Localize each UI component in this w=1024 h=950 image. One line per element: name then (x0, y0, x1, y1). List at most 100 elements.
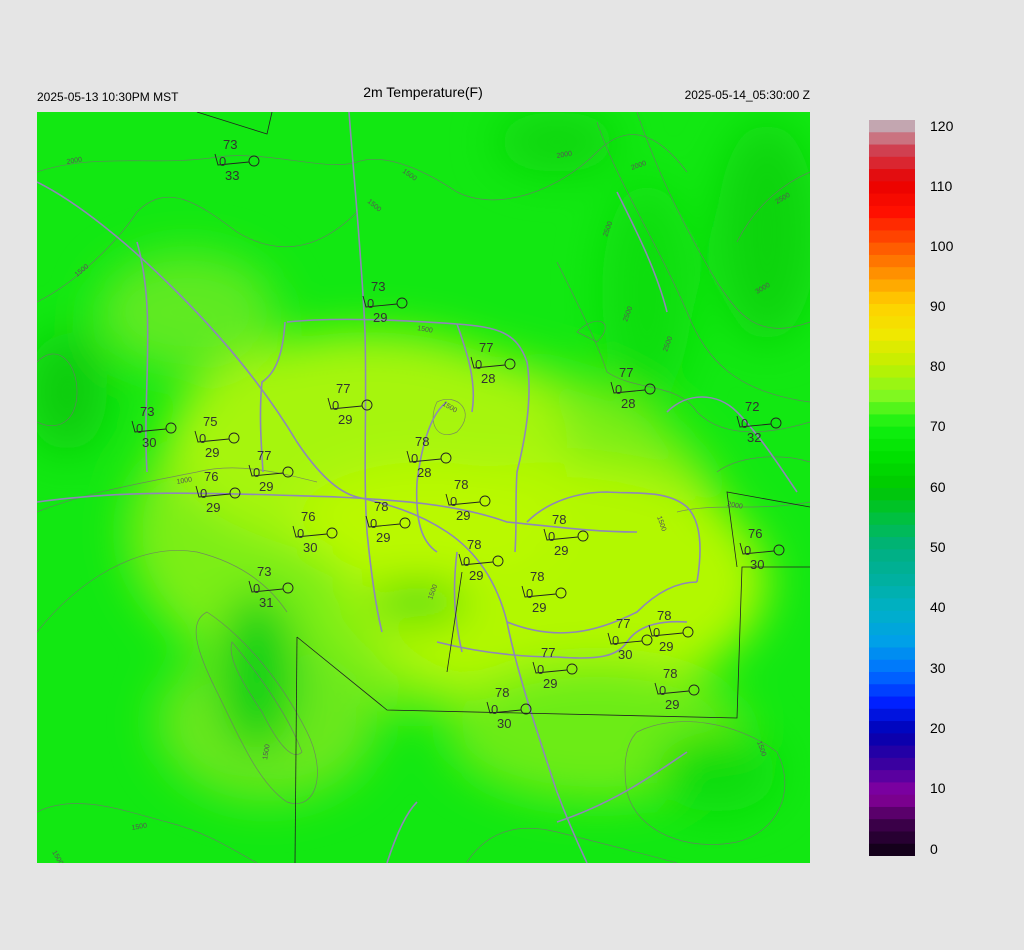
colorbar-tick-50: 50 (930, 539, 946, 555)
colorbar-tick-110: 110 (930, 178, 953, 194)
colorbar-band (869, 267, 915, 281)
colorbar-band (869, 733, 915, 747)
colorbar-band (869, 389, 915, 403)
station-dewpoint: 28 (417, 465, 431, 480)
station-temperature: 72 (745, 399, 759, 414)
station-temperature: 78 (530, 569, 544, 584)
colorbar-band (869, 254, 915, 268)
colorbar-band (869, 831, 915, 845)
station-dewpoint: 29 (543, 676, 557, 691)
colorbar-tick-120: 120 (930, 118, 954, 134)
colorbar-band (869, 426, 915, 440)
colorbar-band (869, 438, 915, 452)
station-zero: 0 (612, 633, 619, 648)
station-dewpoint: 29 (469, 568, 483, 583)
colorbar-band (869, 475, 915, 489)
station-zero: 0 (463, 554, 470, 569)
station-temperature: 73 (223, 137, 237, 152)
colorbar-band (869, 414, 915, 428)
station-zero: 0 (253, 581, 260, 596)
colorbar-band (869, 193, 915, 207)
colorbar-band (869, 622, 915, 636)
colorbar-band (869, 659, 915, 673)
station-dewpoint: 33 (225, 168, 239, 183)
station-dewpoint: 29 (205, 445, 219, 460)
colorbar-band (869, 365, 915, 379)
station-temperature: 73 (371, 279, 385, 294)
colorbar-tick-60: 60 (930, 479, 946, 495)
local-time-label: 2025-05-13 10:30PM MST (37, 90, 179, 104)
colorbar-tick-40: 40 (930, 599, 946, 615)
station-dewpoint: 32 (747, 430, 761, 445)
colorbar-band (869, 782, 915, 796)
colorbar-band (869, 561, 915, 575)
colorbar-band (869, 304, 915, 317)
station-dewpoint: 29 (206, 500, 220, 515)
station-zero: 0 (653, 625, 660, 640)
station-temperature: 77 (541, 645, 555, 660)
colorbar-band (869, 132, 915, 146)
colorbar-tick-100: 100 (930, 238, 954, 254)
colorbar-band (869, 672, 915, 685)
colorbar-tick-30: 30 (930, 660, 946, 676)
station-temperature: 78 (415, 434, 429, 449)
colorbar-band (869, 819, 915, 833)
station-zero: 0 (370, 516, 377, 531)
colorbar-band (869, 451, 915, 465)
colorbar-band (869, 340, 915, 354)
colorbar-band (869, 573, 915, 587)
station-zero: 0 (219, 154, 226, 169)
station-zero: 0 (537, 662, 544, 677)
colorbar-band (869, 242, 915, 256)
station-zero: 0 (199, 431, 206, 446)
colorbar-band (869, 488, 915, 501)
station-zero: 0 (200, 486, 207, 501)
station-zero: 0 (615, 382, 622, 397)
colorbar-band (869, 524, 915, 538)
colorbar-tick-90: 90 (930, 298, 946, 314)
station-dewpoint: 31 (259, 595, 273, 610)
station-dewpoint: 30 (303, 540, 317, 555)
station-dewpoint: 30 (618, 647, 632, 662)
colorbar-tick-20: 20 (930, 720, 946, 736)
colorbar-band (869, 156, 915, 170)
station-zero: 0 (526, 586, 533, 601)
colorbar-band (869, 843, 915, 856)
colorbar-band (869, 684, 915, 698)
temperature-map: 2000150020002000250025003000250025001500… (37, 112, 810, 863)
colorbar-band (869, 377, 915, 391)
colorbar-tick-10: 10 (930, 780, 946, 796)
station-temperature: 78 (454, 477, 468, 492)
colorbar-band (869, 598, 915, 612)
station-dewpoint: 29 (373, 310, 387, 325)
station-temperature: 78 (663, 666, 677, 681)
station-dewpoint: 28 (621, 396, 635, 411)
station-zero: 0 (744, 543, 751, 558)
station-temperature: 78 (374, 499, 388, 514)
colorbar-band (869, 806, 915, 820)
station-temperature: 76 (748, 526, 762, 541)
colorbar-band (869, 169, 915, 182)
station-zero: 0 (332, 398, 339, 413)
colorbar-band (869, 205, 915, 219)
colorbar-tick-0: 0 (930, 841, 938, 857)
station-zero: 0 (659, 683, 666, 698)
colorbar-band (869, 120, 915, 133)
station-dewpoint: 29 (659, 639, 673, 654)
colorbar-band (869, 537, 915, 550)
station-dewpoint: 29 (376, 530, 390, 545)
station-temperature: 77 (619, 365, 633, 380)
colorbar-band (869, 647, 915, 661)
station-temperature: 78 (657, 608, 671, 623)
station-zero: 0 (367, 296, 374, 311)
colorbar-band (869, 635, 915, 649)
station-zero: 0 (297, 526, 304, 541)
colorbar-band (869, 279, 915, 293)
colorbar-band (869, 181, 915, 195)
colorbar-band (869, 745, 915, 759)
station-temperature: 77 (336, 381, 350, 396)
station-zero: 0 (741, 416, 748, 431)
colorbar-tick-70: 70 (930, 418, 946, 434)
station-zero: 0 (475, 357, 482, 372)
colorbar-band (869, 316, 915, 330)
